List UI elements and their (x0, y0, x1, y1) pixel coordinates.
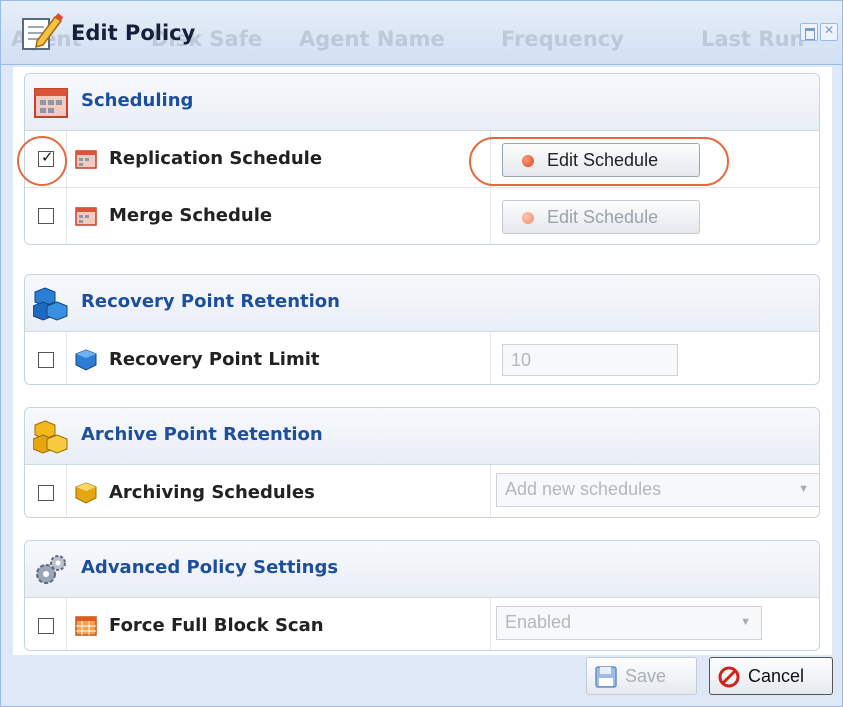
edit-policy-dialog: Agent Disk Safe Agent Name Frequency Las… (0, 0, 843, 707)
gears-icon (36, 555, 66, 584)
section-archive-point-retention: Archive Point Retention Archiving Schedu… (24, 407, 820, 518)
row-force-full-block-scan: Force Full Block Scan Enabled ▼ (25, 598, 819, 650)
archiving-schedules-checkbox[interactable] (38, 485, 54, 501)
bg-header-last-run: Last Run (701, 27, 805, 51)
section-title-recovery: Recovery Point Retention (81, 291, 340, 312)
dialog-footer: Save Cancel (1, 657, 842, 706)
section-header-recovery: Recovery Point Retention (25, 275, 819, 332)
maximize-icon[interactable] (800, 23, 818, 41)
archiving-schedules-select[interactable]: Add new schedules ▼ (496, 473, 819, 507)
checkbox-cell (25, 598, 67, 650)
dialog-titlebar[interactable]: Agent Disk Safe Agent Name Frequency Las… (1, 1, 842, 65)
dropdown-arrow-icon: ▼ (798, 483, 809, 495)
merge-edit-schedule-button[interactable]: Edit Schedule (502, 200, 700, 234)
bg-header-frequency: Frequency (501, 27, 624, 51)
cancel-label: Cancel (748, 666, 805, 686)
row-archiving-schedules: Archiving Schedules Add new schedules ▼ (25, 465, 819, 517)
dialog-title: Edit Policy (71, 21, 196, 45)
section-recovery-point-retention: Recovery Point Retention Recovery Point … (24, 274, 820, 385)
merge-schedule-checkbox[interactable] (38, 208, 54, 224)
dialog-body: Scheduling ✓ Replication Schedule Edit S… (13, 67, 832, 655)
gold-cube-icon (75, 482, 97, 504)
force-full-block-scan-label: Force Full Block Scan (109, 615, 324, 636)
blue-cubes-icon (33, 287, 68, 321)
gold-cubes-icon (33, 420, 68, 454)
section-title-archive: Archive Point Retention (81, 424, 323, 445)
archiving-schedules-value: Add new schedules (505, 479, 662, 499)
edit-schedule-label: Edit Schedule (547, 207, 659, 227)
checkbox-cell (25, 188, 67, 244)
archiving-schedules-label: Archiving Schedules (109, 482, 315, 503)
value-cell: 10 (490, 332, 819, 384)
save-button[interactable]: Save (586, 657, 697, 695)
cancel-icon (718, 666, 740, 688)
recovery-point-limit-label: Recovery Point Limit (109, 349, 320, 370)
dropdown-arrow-icon: ▼ (740, 616, 751, 628)
calendar-icon (75, 207, 97, 226)
section-header-archive: Archive Point Retention (25, 408, 819, 465)
merge-schedule-label: Merge Schedule (109, 205, 273, 226)
section-advanced-policy-settings: Advanced Policy Settings Force Full Bloc… (24, 540, 820, 651)
value-cell: Add new schedules ▼ (490, 465, 819, 517)
cancel-button[interactable]: Cancel (709, 657, 833, 695)
recovery-point-limit-input[interactable]: 10 (502, 344, 678, 376)
force-full-block-scan-checkbox[interactable] (38, 618, 54, 634)
edit-schedule-highlight-oval (469, 137, 729, 186)
section-header-scheduling: Scheduling (25, 74, 819, 131)
blue-cube-icon (75, 349, 97, 371)
bg-header-agent-name: Agent Name (299, 27, 445, 51)
force-full-block-scan-select[interactable]: Enabled ▼ (496, 606, 762, 640)
schedule-dot-icon (522, 212, 534, 224)
force-full-block-scan-value: Enabled (505, 612, 572, 632)
save-disk-icon (595, 666, 617, 688)
close-icon[interactable] (820, 23, 838, 41)
checkbox-cell (25, 465, 67, 517)
replication-schedule-label: Replication Schedule (109, 148, 323, 169)
checkbox-cell (25, 332, 67, 384)
checkbox-highlight-circle (17, 136, 67, 186)
table-icon (75, 616, 97, 636)
row-recovery-point-limit: Recovery Point Limit 10 (25, 332, 819, 384)
calendar-icon (75, 150, 97, 169)
section-title-advanced: Advanced Policy Settings (81, 557, 339, 578)
calendar-icon (34, 88, 68, 118)
edit-policy-icon (22, 13, 63, 50)
value-cell: Edit Schedule (490, 188, 819, 244)
save-label: Save (625, 666, 667, 686)
recovery-point-limit-checkbox[interactable] (38, 352, 54, 368)
value-cell: Enabled ▼ (490, 598, 819, 650)
section-title-scheduling: Scheduling (81, 90, 194, 111)
row-merge-schedule: Merge Schedule Edit Schedule (25, 188, 819, 244)
section-header-advanced: Advanced Policy Settings (25, 541, 819, 598)
